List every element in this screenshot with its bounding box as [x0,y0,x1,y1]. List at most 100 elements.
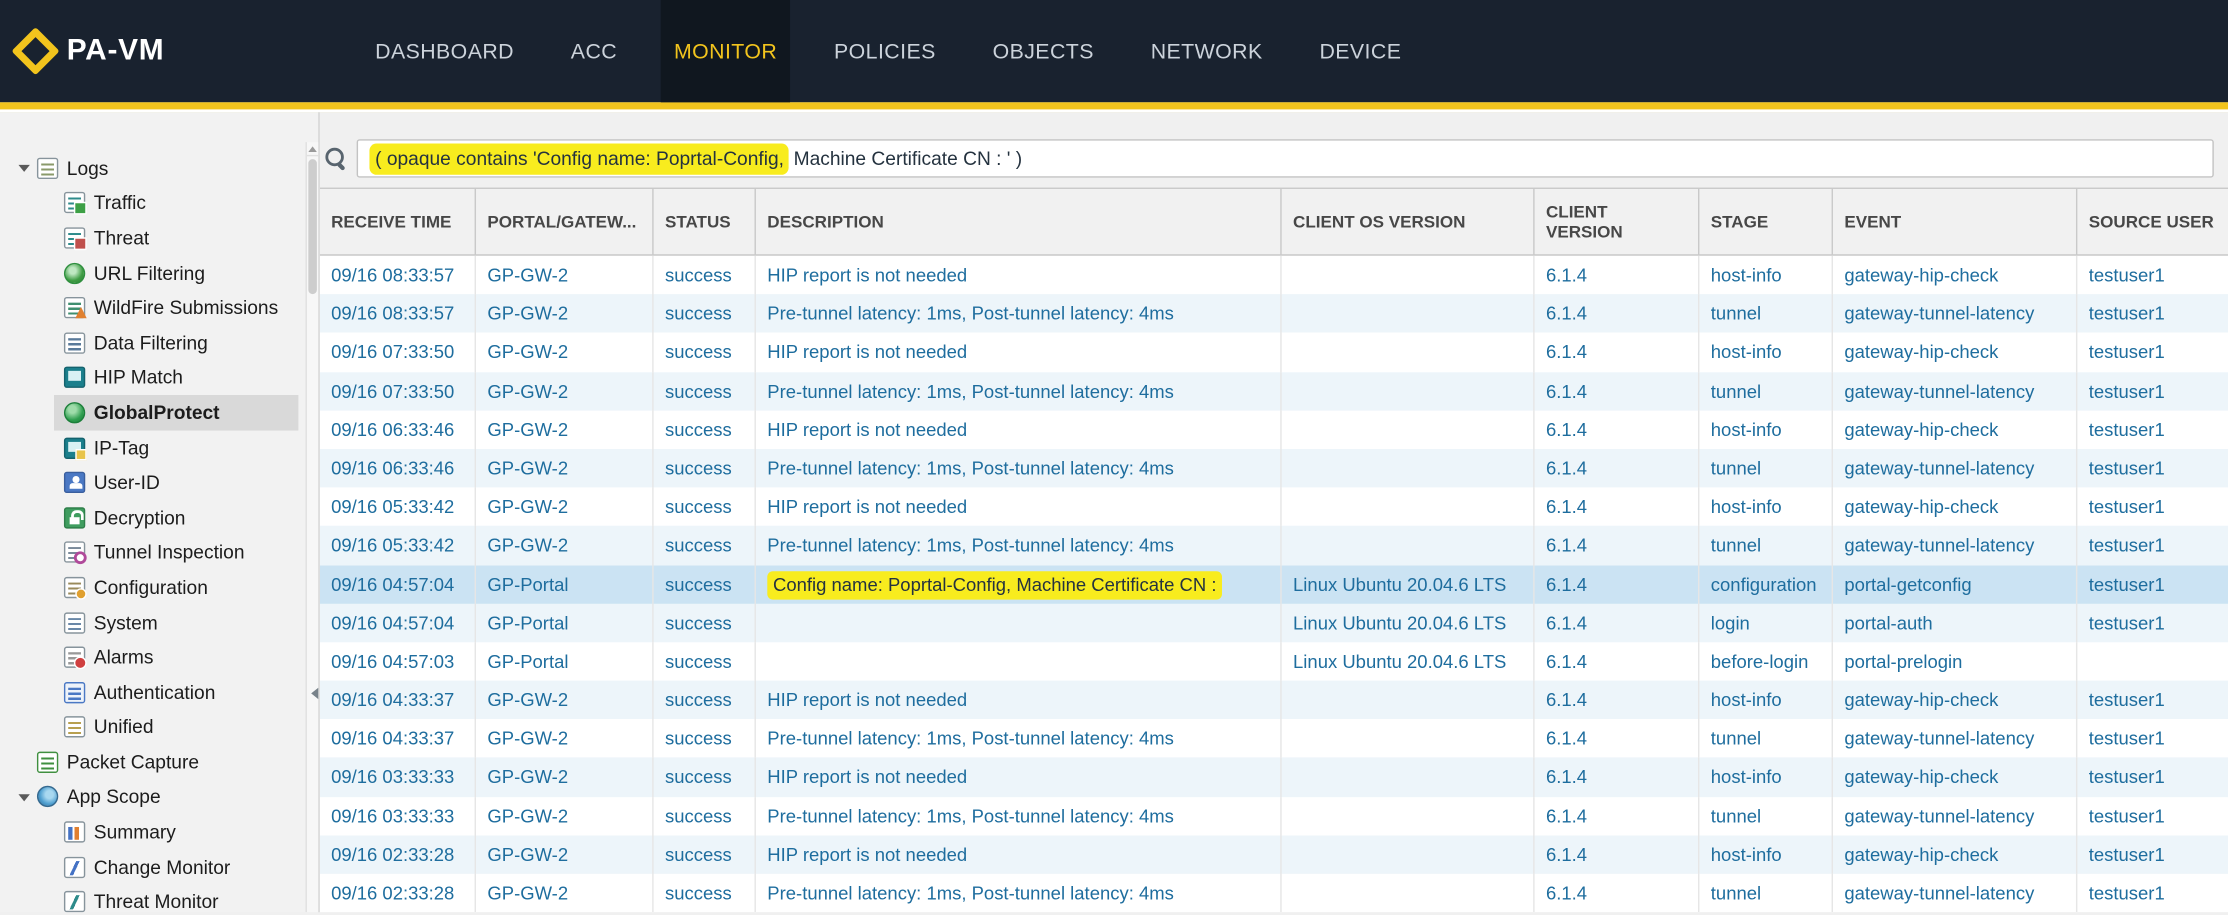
cell-client-version: 6.1.4 [1535,797,1700,836]
sidebar-item-data-filtering[interactable]: Data Filtering [0,325,318,360]
cell-portal-gateway: GP-GW-2 [476,488,654,527]
logo-text: PA-VM [67,34,164,68]
tab-policies[interactable]: POLICIES [821,0,948,102]
collapse-sidebar-button[interactable] [310,678,323,709]
ip-tag-icon [64,437,85,458]
cell-status: success [654,449,756,488]
log-row-10[interactable]: 09/16 04:57:03GP-PortalsuccessLinux Ubun… [320,642,2228,681]
sidebar-item-packet-capture[interactable]: Packet Capture [0,745,318,780]
cell-client-os-version [1282,488,1535,527]
tab-device[interactable]: DEVICE [1307,0,1415,102]
content-area: LogsTrafficThreatURL FilteringWildFire S… [0,112,2228,912]
log-query-input[interactable]: ( opaque contains 'Config name: Poprtal-… [357,139,2214,177]
sidebar-scrollbar[interactable] [305,142,318,912]
expand-arrow-icon[interactable] [14,158,37,178]
log-row-1[interactable]: 09/16 08:33:57GP-GW-2successPre-tunnel l… [320,294,2228,333]
sidebar-item-wildfire-submissions[interactable]: WildFire Submissions [0,290,318,325]
sidebar-item-unified[interactable]: Unified [0,710,318,745]
sidebar-item-label: Unified [94,717,154,738]
sidebar-item-url-filtering[interactable]: URL Filtering [0,255,318,290]
sidebar-item-threat-monitor[interactable]: Threat Monitor [0,884,318,912]
column-header-source-user[interactable]: SOURCE USER [2077,189,2228,254]
pa-vm-logo: PA-VM [0,0,347,102]
tab-objects[interactable]: OBJECTS [980,0,1107,102]
log-row-15[interactable]: 09/16 02:33:28GP-GW-2successHIP report i… [320,835,2228,874]
sidebar-item-app-scope[interactable]: App Scope [0,780,318,815]
cell-client-os-version: Linux Ubuntu 20.04.6 LTS [1282,565,1535,604]
sidebar-item-summary[interactable]: Summary [0,815,318,850]
log-row-16[interactable]: 09/16 02:33:28GP-GW-2successPre-tunnel l… [320,874,2228,912]
unified-icon [64,717,85,738]
column-header-receive-time[interactable]: RECEIVE TIME [320,189,476,254]
cell-event: gateway-hip-check [1833,256,2077,295]
column-header-status[interactable]: STATUS [654,189,756,254]
log-row-6[interactable]: 09/16 05:33:42GP-GW-2successHIP report i… [320,488,2228,527]
cell-status: success [654,256,756,295]
sidebar-item-threat[interactable]: Threat [0,221,318,256]
scrollbar-thumb[interactable] [308,159,317,294]
log-row-3[interactable]: 09/16 07:33:50GP-GW-2successPre-tunnel l… [320,372,2228,411]
cell-event: gateway-hip-check [1833,835,2077,874]
tab-dashboard[interactable]: DASHBOARD [362,0,526,102]
cell-description: HIP report is not needed [756,488,1282,527]
cell-portal-gateway: GP-GW-2 [476,294,654,333]
cell-description: Pre-tunnel latency: 1ms, Post-tunnel lat… [756,874,1282,912]
log-row-13[interactable]: 09/16 03:33:33GP-GW-2successHIP report i… [320,758,2228,797]
tab-monitor[interactable]: MONITOR [661,0,790,102]
scroll-up-arrow-icon[interactable] [307,142,318,156]
log-row-11[interactable]: 09/16 04:33:37GP-GW-2successHIP report i… [320,681,2228,720]
sidebar-item-configuration[interactable]: Configuration [0,570,318,605]
sidebar-item-alarms[interactable]: Alarms [0,640,318,675]
log-row-12[interactable]: 09/16 04:33:37GP-GW-2successPre-tunnel l… [320,719,2228,758]
log-row-0[interactable]: 09/16 08:33:57GP-GW-2successHIP report i… [320,256,2228,295]
tab-network[interactable]: NETWORK [1138,0,1275,102]
cell-receive-time: 09/16 02:33:28 [320,835,476,874]
cell-status: success [654,488,756,527]
sidebar-item-ip-tag[interactable]: IP-Tag [0,430,318,465]
cell-client-version: 6.1.4 [1535,565,1700,604]
column-header-event[interactable]: EVENT [1833,189,2077,254]
threat-monitor-icon [64,891,85,912]
cell-event: gateway-tunnel-latency [1833,526,2077,565]
sidebar-item-tunnel-inspection[interactable]: Tunnel Inspection [0,535,318,570]
alarms-icon [64,647,85,668]
cell-description: HIP report is not needed [756,758,1282,797]
cell-stage: host-info [1699,681,1833,720]
log-row-7[interactable]: 09/16 05:33:42GP-GW-2successPre-tunnel l… [320,526,2228,565]
log-row-14[interactable]: 09/16 03:33:33GP-GW-2successPre-tunnel l… [320,797,2228,836]
cell-portal-gateway: GP-GW-2 [476,874,654,912]
log-row-9[interactable]: 09/16 04:57:04GP-PortalsuccessLinux Ubun… [320,603,2228,642]
log-row-4[interactable]: 09/16 06:33:46GP-GW-2successHIP report i… [320,410,2228,449]
cell-event: gateway-hip-check [1833,758,2077,797]
cell-client-os-version: Linux Ubuntu 20.04.6 LTS [1282,603,1535,642]
sidebar-item-change-monitor[interactable]: Change Monitor [0,850,318,885]
cell-event: portal-auth [1833,603,2077,642]
log-row-2[interactable]: 09/16 07:33:50GP-GW-2successHIP report i… [320,333,2228,372]
log-row-5[interactable]: 09/16 06:33:46GP-GW-2successPre-tunnel l… [320,449,2228,488]
column-header-portal-gateway[interactable]: PORTAL/GATEW... [476,189,654,254]
sidebar-item-system[interactable]: System [0,605,318,640]
cell-stage: tunnel [1699,526,1833,565]
column-header-description[interactable]: DESCRIPTION [756,189,1282,254]
cell-status: success [654,642,756,681]
column-header-client-version[interactable]: CLIENT VERSION [1535,189,1700,254]
log-row-8[interactable]: 09/16 04:57:04GP-PortalsuccessConfig nam… [320,565,2228,604]
sidebar-item-label: Decryption [94,507,186,528]
search-icon [324,146,348,170]
sidebar-item-hip-match[interactable]: HIP Match [0,360,318,395]
tab-acc[interactable]: ACC [558,0,630,102]
sidebar-item-logs[interactable]: Logs [0,151,318,186]
column-header-stage[interactable]: STAGE [1699,189,1833,254]
sidebar-item-authentication[interactable]: Authentication [0,675,318,710]
column-header-client-os-version[interactable]: CLIENT OS VERSION [1282,189,1535,254]
sidebar-item-traffic[interactable]: Traffic [0,186,318,221]
cell-source-user: testuser1 [2077,603,2228,642]
sidebar-item-user-id[interactable]: User-ID [0,465,318,500]
sidebar-item-label: App Scope [67,786,161,807]
sidebar-item-decryption[interactable]: Decryption [0,500,318,535]
sidebar-item-globalprotect[interactable]: GlobalProtect [0,395,318,430]
cell-client-version: 6.1.4 [1535,681,1700,720]
expand-arrow-icon[interactable] [14,787,37,807]
cell-status: success [654,874,756,912]
cell-portal-gateway: GP-GW-2 [476,333,654,372]
